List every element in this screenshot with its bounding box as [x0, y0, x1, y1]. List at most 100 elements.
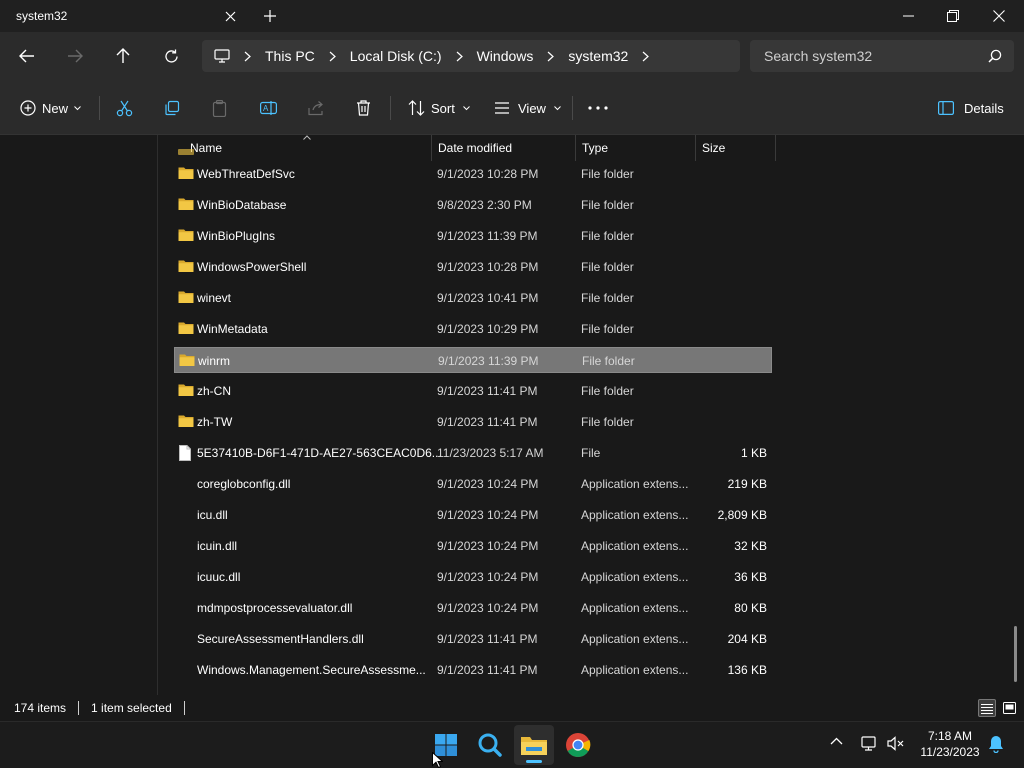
clipboard-icon [212, 99, 227, 117]
crumb-this-pc[interactable]: This PC [265, 48, 315, 64]
crumb-system32[interactable]: system32 [568, 48, 628, 64]
network-icon[interactable] [861, 736, 879, 754]
file-row[interactable]: zh-TW 9/1/2023 11:41 PM File folder [174, 409, 772, 435]
file-name: icuin.dll [197, 539, 238, 553]
file-row[interactable]: icuin.dll 9/1/2023 10:24 PM Application ex… [174, 533, 772, 559]
status-bar: 174 items 1 item selected [0, 695, 1024, 721]
folder-icon [178, 166, 194, 183]
file-size: 36 KB [734, 570, 767, 584]
rename-icon: A [260, 101, 277, 115]
file-row[interactable]: WinMetadata 9/1/2023 10:29 PM File folder [174, 316, 772, 342]
file-type: File folder [582, 354, 635, 368]
file-type: File folder [581, 198, 634, 212]
file-type: File folder [581, 415, 634, 429]
status-divider [183, 701, 185, 715]
file-row[interactable]: icu.dll 9/1/2023 10:24 PM Application exte… [174, 502, 772, 528]
file-name: coreglobconfig.dll [197, 477, 291, 491]
file-name: zh-CN [197, 384, 232, 398]
file-date-modified: 9/1/2023 10:41 PM [437, 291, 539, 305]
close-tab-icon[interactable] [222, 8, 238, 24]
file-size: 136 KB [727, 663, 767, 677]
rename-button[interactable]: A [260, 94, 277, 122]
restore-button[interactable] [930, 0, 976, 32]
file-row[interactable]: winrm 9/1/2023 11:39 PM File folder [174, 347, 772, 373]
file-row[interactable]: WebThreatDefSvc 9/1/2023 10:28 PM File fol… [174, 161, 772, 187]
breadcrumb[interactable]: This PC Local Disk (C:) Windows system32 [202, 40, 740, 72]
file-row[interactable]: zh-CN 9/1/2023 11:41 PM File folder [174, 378, 772, 404]
volume-muted-icon[interactable] [887, 736, 905, 754]
column-divider[interactable] [775, 135, 776, 161]
file-row[interactable]: WindowsPowerShell 9/1/2023 10:28 PM File f… [174, 254, 772, 280]
details-pane-icon [938, 101, 954, 115]
delete-button[interactable] [356, 94, 371, 122]
clock[interactable]: 7:18 AM 11/23/2023 [912, 728, 988, 760]
view-button[interactable]: View [494, 94, 561, 122]
file-row[interactable]: icuuc.dll 9/1/2023 10:24 PM Application ex… [174, 564, 772, 590]
file-row[interactable]: WinBioDatabase 9/8/2023 2:30 PM File folde… [174, 192, 772, 218]
file-icon [178, 445, 192, 464]
chevron-right-icon[interactable] [642, 51, 650, 62]
file-row[interactable]: winevt 9/1/2023 10:41 PM File folder [174, 285, 772, 311]
refresh-button[interactable] [155, 42, 187, 70]
file-name: WinBioPlugIns [197, 229, 276, 243]
chevron-down-icon [554, 105, 561, 110]
back-button[interactable] [11, 42, 43, 70]
file-row[interactable]: 5E37410B-D6F1-471D-AE27-563CEAC0D6... 11/… [174, 440, 772, 466]
search-icon[interactable] [988, 49, 1002, 66]
cut-button[interactable] [116, 94, 133, 122]
this-pc-icon[interactable] [214, 49, 230, 63]
new-tab-button[interactable] [258, 6, 282, 26]
file-date-modified: 9/1/2023 10:28 PM [437, 167, 539, 181]
file-row[interactable]: mdmpostprocessevaluator.dll 9/1/2023 10:2… [174, 595, 772, 621]
file-date-modified: 9/1/2023 11:41 PM [437, 632, 538, 646]
forward-button[interactable] [59, 42, 91, 70]
details-button[interactable]: Details [938, 94, 1004, 122]
folder-icon [178, 321, 194, 338]
show-hidden-icons-chevron-up-icon[interactable] [830, 734, 843, 748]
file-date-modified: 9/1/2023 10:24 PM [437, 477, 539, 491]
file-size: 204 KB [727, 632, 767, 646]
tiles-view-icon[interactable] [1000, 699, 1018, 717]
crumb-local-disk[interactable]: Local Disk (C:) [350, 48, 442, 64]
new-button[interactable]: New [20, 94, 81, 122]
svg-text:A: A [263, 104, 269, 113]
search-placeholder: Search system32 [764, 48, 873, 64]
file-type: Application extens... [581, 601, 689, 615]
tab-system32[interactable]: system32 [0, 0, 248, 32]
file-name: winevt [197, 291, 232, 305]
paste-button[interactable] [212, 94, 227, 122]
vertical-scrollbar[interactable] [1014, 626, 1017, 682]
sort-icon [408, 100, 425, 116]
sort-button[interactable]: Sort [408, 94, 470, 122]
active-app-indicator [526, 760, 542, 763]
chevron-right-icon[interactable] [244, 51, 251, 62]
tab-title: system32 [16, 9, 68, 23]
file-row[interactable]: coreglobconfig.dll 9/1/2023 10:24 PM Appli… [174, 471, 772, 497]
search-input[interactable]: Search system32 [750, 40, 1014, 72]
navigation-pane[interactable] [0, 135, 158, 695]
file-date-modified: 9/1/2023 11:41 PM [437, 384, 538, 398]
search-icon[interactable] [470, 725, 510, 765]
up-button[interactable] [107, 42, 139, 70]
close-window-button[interactable] [976, 0, 1022, 32]
file-row[interactable]: Windows.Management.SecureAssessme... 9/1/… [174, 657, 772, 683]
file-date-modified: 9/1/2023 11:41 PM [437, 663, 538, 677]
file-explorer-icon[interactable] [514, 725, 554, 765]
notification-bell-icon[interactable] [988, 735, 1004, 756]
details-view-icon[interactable] [978, 699, 996, 717]
chrome-icon[interactable] [558, 725, 598, 765]
more-options-button[interactable] [588, 94, 608, 122]
share-button[interactable] [308, 94, 325, 122]
chevron-right-icon[interactable] [547, 51, 555, 62]
chevron-right-icon[interactable] [329, 51, 336, 62]
file-date-modified: 9/1/2023 11:41 PM [437, 415, 538, 429]
file-date-modified: 9/1/2023 11:39 PM [438, 354, 539, 368]
minimize-button[interactable] [885, 0, 931, 32]
file-row[interactable]: WinBioPlugIns 9/1/2023 11:39 PM File folde… [174, 223, 772, 249]
crumb-windows[interactable]: Windows [477, 48, 534, 64]
copy-button[interactable] [164, 94, 180, 122]
sort-label: Sort [431, 100, 455, 116]
file-row[interactable]: SecureAssessmentHandlers.dll 9/1/2023 11:… [174, 626, 772, 652]
file-list[interactable]: Name Date modified Type Size WebThreatDe… [160, 135, 1024, 695]
chevron-right-icon[interactable] [456, 51, 463, 62]
